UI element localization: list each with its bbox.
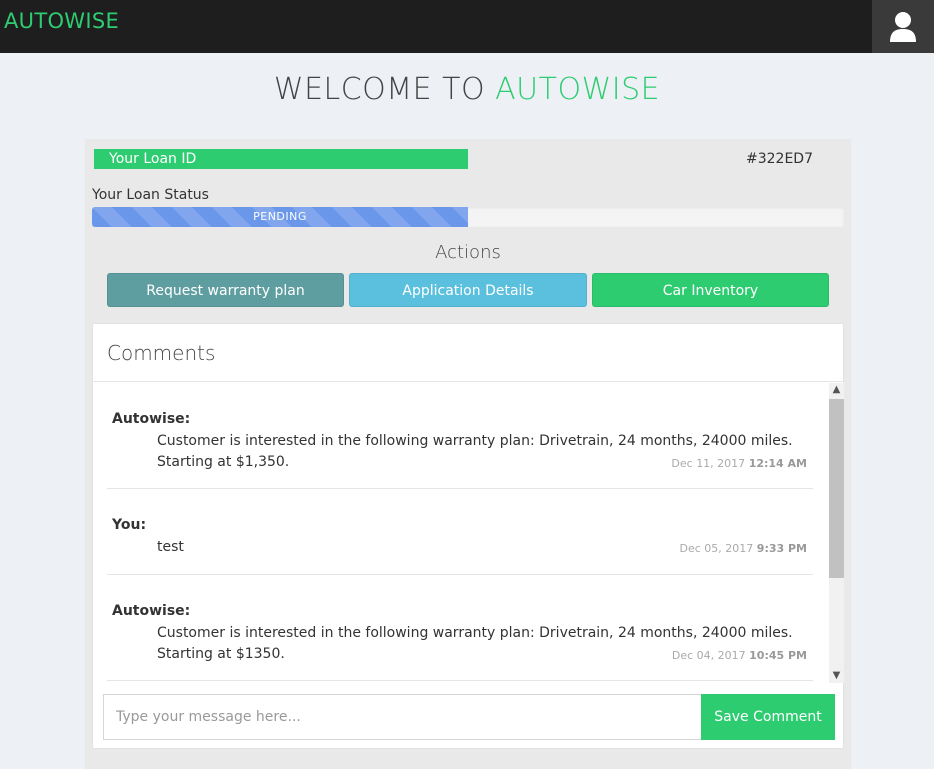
loan-status-label: Your Loan Status bbox=[92, 187, 209, 203]
comment-time: 9:33 PM bbox=[756, 542, 807, 555]
loan-card: Your Loan ID #322ED7 Your Loan Status PE… bbox=[85, 139, 851, 769]
comment-author: You: bbox=[112, 517, 147, 533]
comment-item: You: test Dec 05, 2017 9:33 PM bbox=[107, 517, 813, 575]
comment-author: Autowise: bbox=[112, 603, 191, 619]
comment-date: Dec 05, 2017 bbox=[679, 542, 754, 555]
comment-author: Autowise: bbox=[112, 411, 191, 427]
save-comment-button[interactable]: Save Comment bbox=[701, 694, 835, 740]
car-inventory-button[interactable]: Car Inventory bbox=[592, 273, 829, 307]
comment-date: Dec 04, 2017 bbox=[671, 649, 746, 662]
comment-item: Autowise: Customer is interested in the … bbox=[107, 603, 813, 681]
scrollbar-thumb[interactable] bbox=[829, 399, 844, 578]
comment-timestamp: Dec 04, 2017 10:45 PM bbox=[672, 649, 807, 662]
top-navbar: AUTOWISE bbox=[0, 0, 934, 53]
scroll-down-icon[interactable]: ▼ bbox=[829, 669, 844, 683]
comments-list[interactable]: Autowise: Customer is interested in the … bbox=[93, 383, 829, 683]
comments-title: Comments bbox=[107, 341, 216, 365]
comment-composer: Save Comment bbox=[103, 694, 835, 740]
loan-id-label: Your Loan ID bbox=[94, 149, 468, 169]
loan-status-progress: PENDING bbox=[92, 207, 844, 227]
comment-timestamp: Dec 11, 2017 12:14 AM bbox=[671, 457, 807, 470]
user-icon bbox=[890, 11, 916, 42]
comments-panel: Comments Autowise: Customer is intereste… bbox=[92, 323, 844, 749]
message-input[interactable] bbox=[103, 694, 701, 740]
loan-id-value: #322ED7 bbox=[746, 151, 813, 167]
page-title-accent: AUTOWISE bbox=[495, 72, 661, 107]
comment-time: 12:14 AM bbox=[748, 457, 807, 470]
actions-title: Actions bbox=[435, 242, 501, 263]
comment-item: Autowise: Customer is interested in the … bbox=[107, 411, 813, 489]
page-title: WELCOME TO AUTOWISE bbox=[0, 72, 934, 107]
application-details-button[interactable]: Application Details bbox=[349, 273, 587, 307]
comments-scrollbar[interactable]: ▲ ▼ bbox=[829, 383, 844, 683]
brand-logo[interactable]: AUTOWISE bbox=[4, 9, 119, 33]
page-title-prefix: WELCOME TO bbox=[273, 72, 496, 107]
loan-status-progress-fill: PENDING bbox=[92, 207, 468, 227]
comment-date: Dec 11, 2017 bbox=[671, 457, 746, 470]
comment-time: 10:45 PM bbox=[749, 649, 807, 662]
request-warranty-plan-button[interactable]: Request warranty plan bbox=[107, 273, 344, 307]
comment-timestamp: Dec 05, 2017 9:33 PM bbox=[680, 542, 807, 555]
scroll-up-icon[interactable]: ▲ bbox=[829, 383, 844, 397]
comments-header: Comments bbox=[93, 324, 843, 382]
user-menu-button[interactable] bbox=[872, 0, 934, 53]
